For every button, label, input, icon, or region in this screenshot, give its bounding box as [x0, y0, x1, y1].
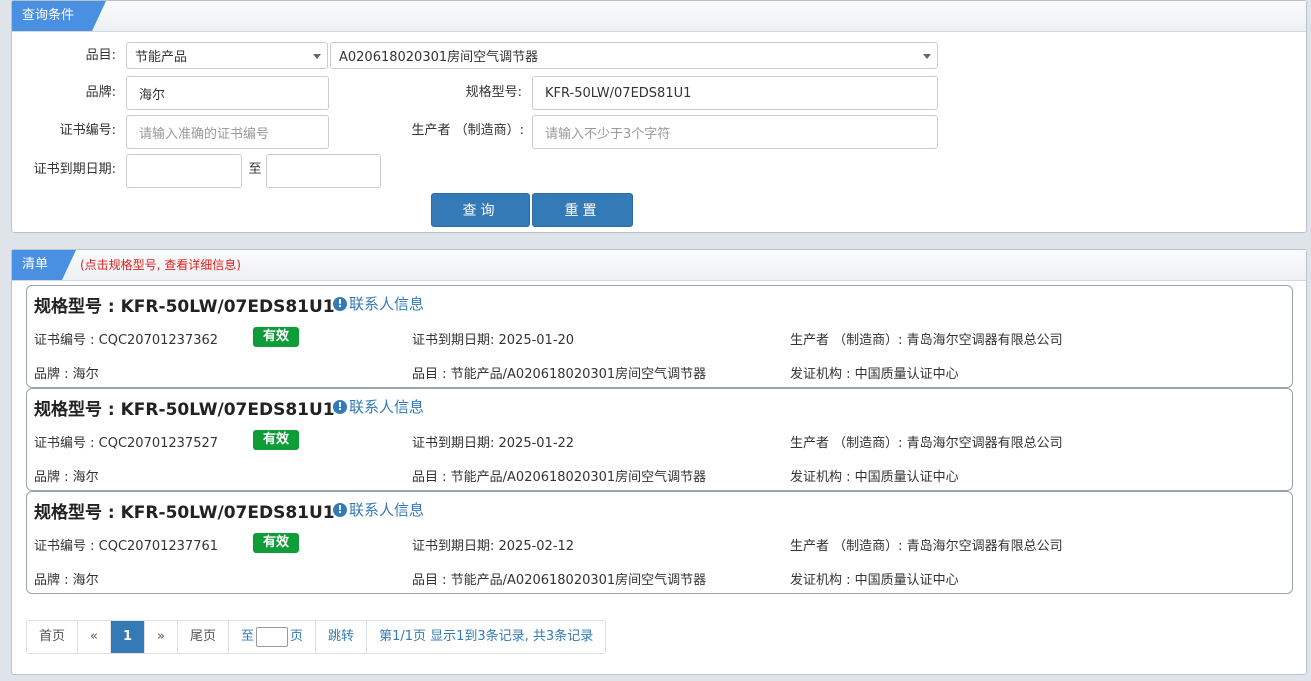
cert-no: 证书编号 : CQC20701237362: [34, 333, 219, 348]
expiry-start-input[interactable]: [126, 154, 242, 188]
category-select[interactable]: 节能产品: [126, 42, 328, 69]
status-badge: 有效: [253, 533, 300, 553]
issuer: 发证机构 : 中国质量认证中心: [790, 573, 959, 588]
model-label: 规格型号:: [465, 85, 522, 100]
category-label: 品目:: [85, 48, 116, 63]
certificate-card: 规格型号 : KFR-50LW/07EDS81U1 ! 联系人信息 证书编号 :…: [26, 285, 1293, 388]
reset-button[interactable]: 重置: [532, 193, 633, 227]
status-badge: 有效: [253, 327, 300, 347]
subcategory-select-value: A020618020301房间空气调节器: [339, 50, 539, 65]
category: 品目 : 节能产品/A020618020301房间空气调节器: [412, 470, 707, 485]
list-panel-tab: 清单: [12, 250, 76, 280]
model-link[interactable]: 规格型号 : KFR-50LW/07EDS81U1: [34, 292, 335, 317]
list-panel: 清单 (点击规格型号, 查看详细信息) 规格型号 : KFR-50LW/07ED…: [11, 249, 1307, 675]
expiry-date: 证书到期日期: 2025-01-20: [412, 333, 575, 348]
expiry-date: 证书到期日期: 2025-01-22: [412, 436, 575, 451]
brand-input[interactable]: 海尔: [126, 76, 329, 110]
issuer: 发证机构 : 中国质量认证中心: [790, 367, 959, 382]
contact-info-label: 联系人信息: [349, 501, 425, 519]
category: 品目 : 节能产品/A020618020301房间空气调节器: [412, 367, 707, 382]
category-select-value: 节能产品: [135, 50, 188, 65]
contact-info-label: 联系人信息: [349, 295, 425, 313]
maker: 生产者 （制造商）: 青岛海尔空调器有限总公司: [790, 539, 1063, 554]
category: 品目 : 节能产品/A020618020301房间空气调节器: [412, 573, 707, 588]
status-badge: 有效: [253, 430, 300, 450]
subcategory-select[interactable]: A020618020301房间空气调节器: [330, 42, 938, 69]
contact-info-link[interactable]: ! 联系人信息: [333, 396, 424, 417]
maker: 生产者 （制造商）: 青岛海尔空调器有限总公司: [790, 333, 1063, 348]
next-page-button[interactable]: »: [145, 621, 178, 653]
contact-info-link[interactable]: ! 联系人信息: [333, 293, 424, 314]
brand: 品牌 : 海尔: [34, 573, 99, 588]
brand: 品牌 : 海尔: [34, 367, 99, 382]
maker-label: 生产者 （制造商）:: [411, 123, 524, 138]
page-1-button[interactable]: 1: [110, 621, 146, 653]
cert-no-input[interactable]: 请输入准确的证书编号: [126, 115, 329, 149]
search-panel-header: 查询条件: [12, 1, 1306, 32]
cert-no: 证书编号 : CQC20701237527: [34, 436, 219, 451]
page-summary: 第1/1页 显示1到3条记录, 共3条记录: [367, 621, 606, 653]
goto-prefix: 至: [241, 629, 255, 644]
first-page-button[interactable]: 首页: [27, 621, 79, 653]
maker: 生产者 （制造商）: 青岛海尔空调器有限总公司: [790, 436, 1063, 451]
goto-suffix: 页: [290, 629, 304, 644]
info-icon: !: [333, 502, 347, 517]
chevron-down-icon: [923, 53, 931, 59]
goto-page-input[interactable]: [256, 626, 289, 647]
goto-page-group: 至页: [229, 621, 317, 653]
info-icon: !: [333, 399, 347, 414]
brand-label: 品牌:: [85, 85, 116, 100]
last-page-button[interactable]: 尾页: [178, 621, 230, 653]
brand: 品牌 : 海尔: [34, 470, 99, 485]
certificate-card: 规格型号 : KFR-50LW/07EDS81U1 ! 联系人信息 证书编号 :…: [26, 388, 1293, 491]
info-icon: !: [333, 296, 347, 311]
chevron-down-icon: [313, 53, 321, 59]
model-link[interactable]: 规格型号 : KFR-50LW/07EDS81U1: [34, 395, 335, 420]
model-link[interactable]: 规格型号 : KFR-50LW/07EDS81U1: [34, 498, 335, 523]
list-panel-header: 清单 (点击规格型号, 查看详细信息): [12, 250, 1306, 281]
prev-page-button[interactable]: «: [78, 621, 111, 653]
certificate-card: 规格型号 : KFR-50LW/07EDS81U1 ! 联系人信息 证书编号 :…: [26, 491, 1293, 594]
to-label: 至: [248, 162, 262, 177]
issuer: 发证机构 : 中国质量认证中心: [790, 470, 959, 485]
cert-no: 证书编号 : CQC20701237761: [34, 539, 219, 554]
contact-info-label: 联系人信息: [349, 398, 425, 416]
model-input[interactable]: KFR-50LW/07EDS81U1: [532, 76, 938, 110]
contact-info-link[interactable]: ! 联系人信息: [333, 499, 424, 520]
search-panel-tab: 查询条件: [12, 1, 106, 31]
expiry-label: 证书到期日期:: [33, 162, 116, 177]
search-panel: 查询条件 品目: 节能产品 A020618020301房间空气调节器 品牌: 海…: [11, 0, 1307, 233]
expiry-date: 证书到期日期: 2025-02-12: [412, 539, 575, 554]
list-hint: (点击规格型号, 查看详细信息): [80, 258, 241, 272]
pagination: 首页 « 1 » 尾页 至页 跳转 第1/1页 显示1到3条记录, 共3条记录: [26, 620, 607, 654]
expiry-end-input[interactable]: [266, 154, 381, 188]
query-button[interactable]: 查询: [431, 193, 530, 227]
maker-input[interactable]: 请输入不少于3个字符: [532, 115, 938, 149]
cert-no-label: 证书编号:: [59, 123, 116, 138]
jump-button[interactable]: 跳转: [316, 621, 368, 653]
